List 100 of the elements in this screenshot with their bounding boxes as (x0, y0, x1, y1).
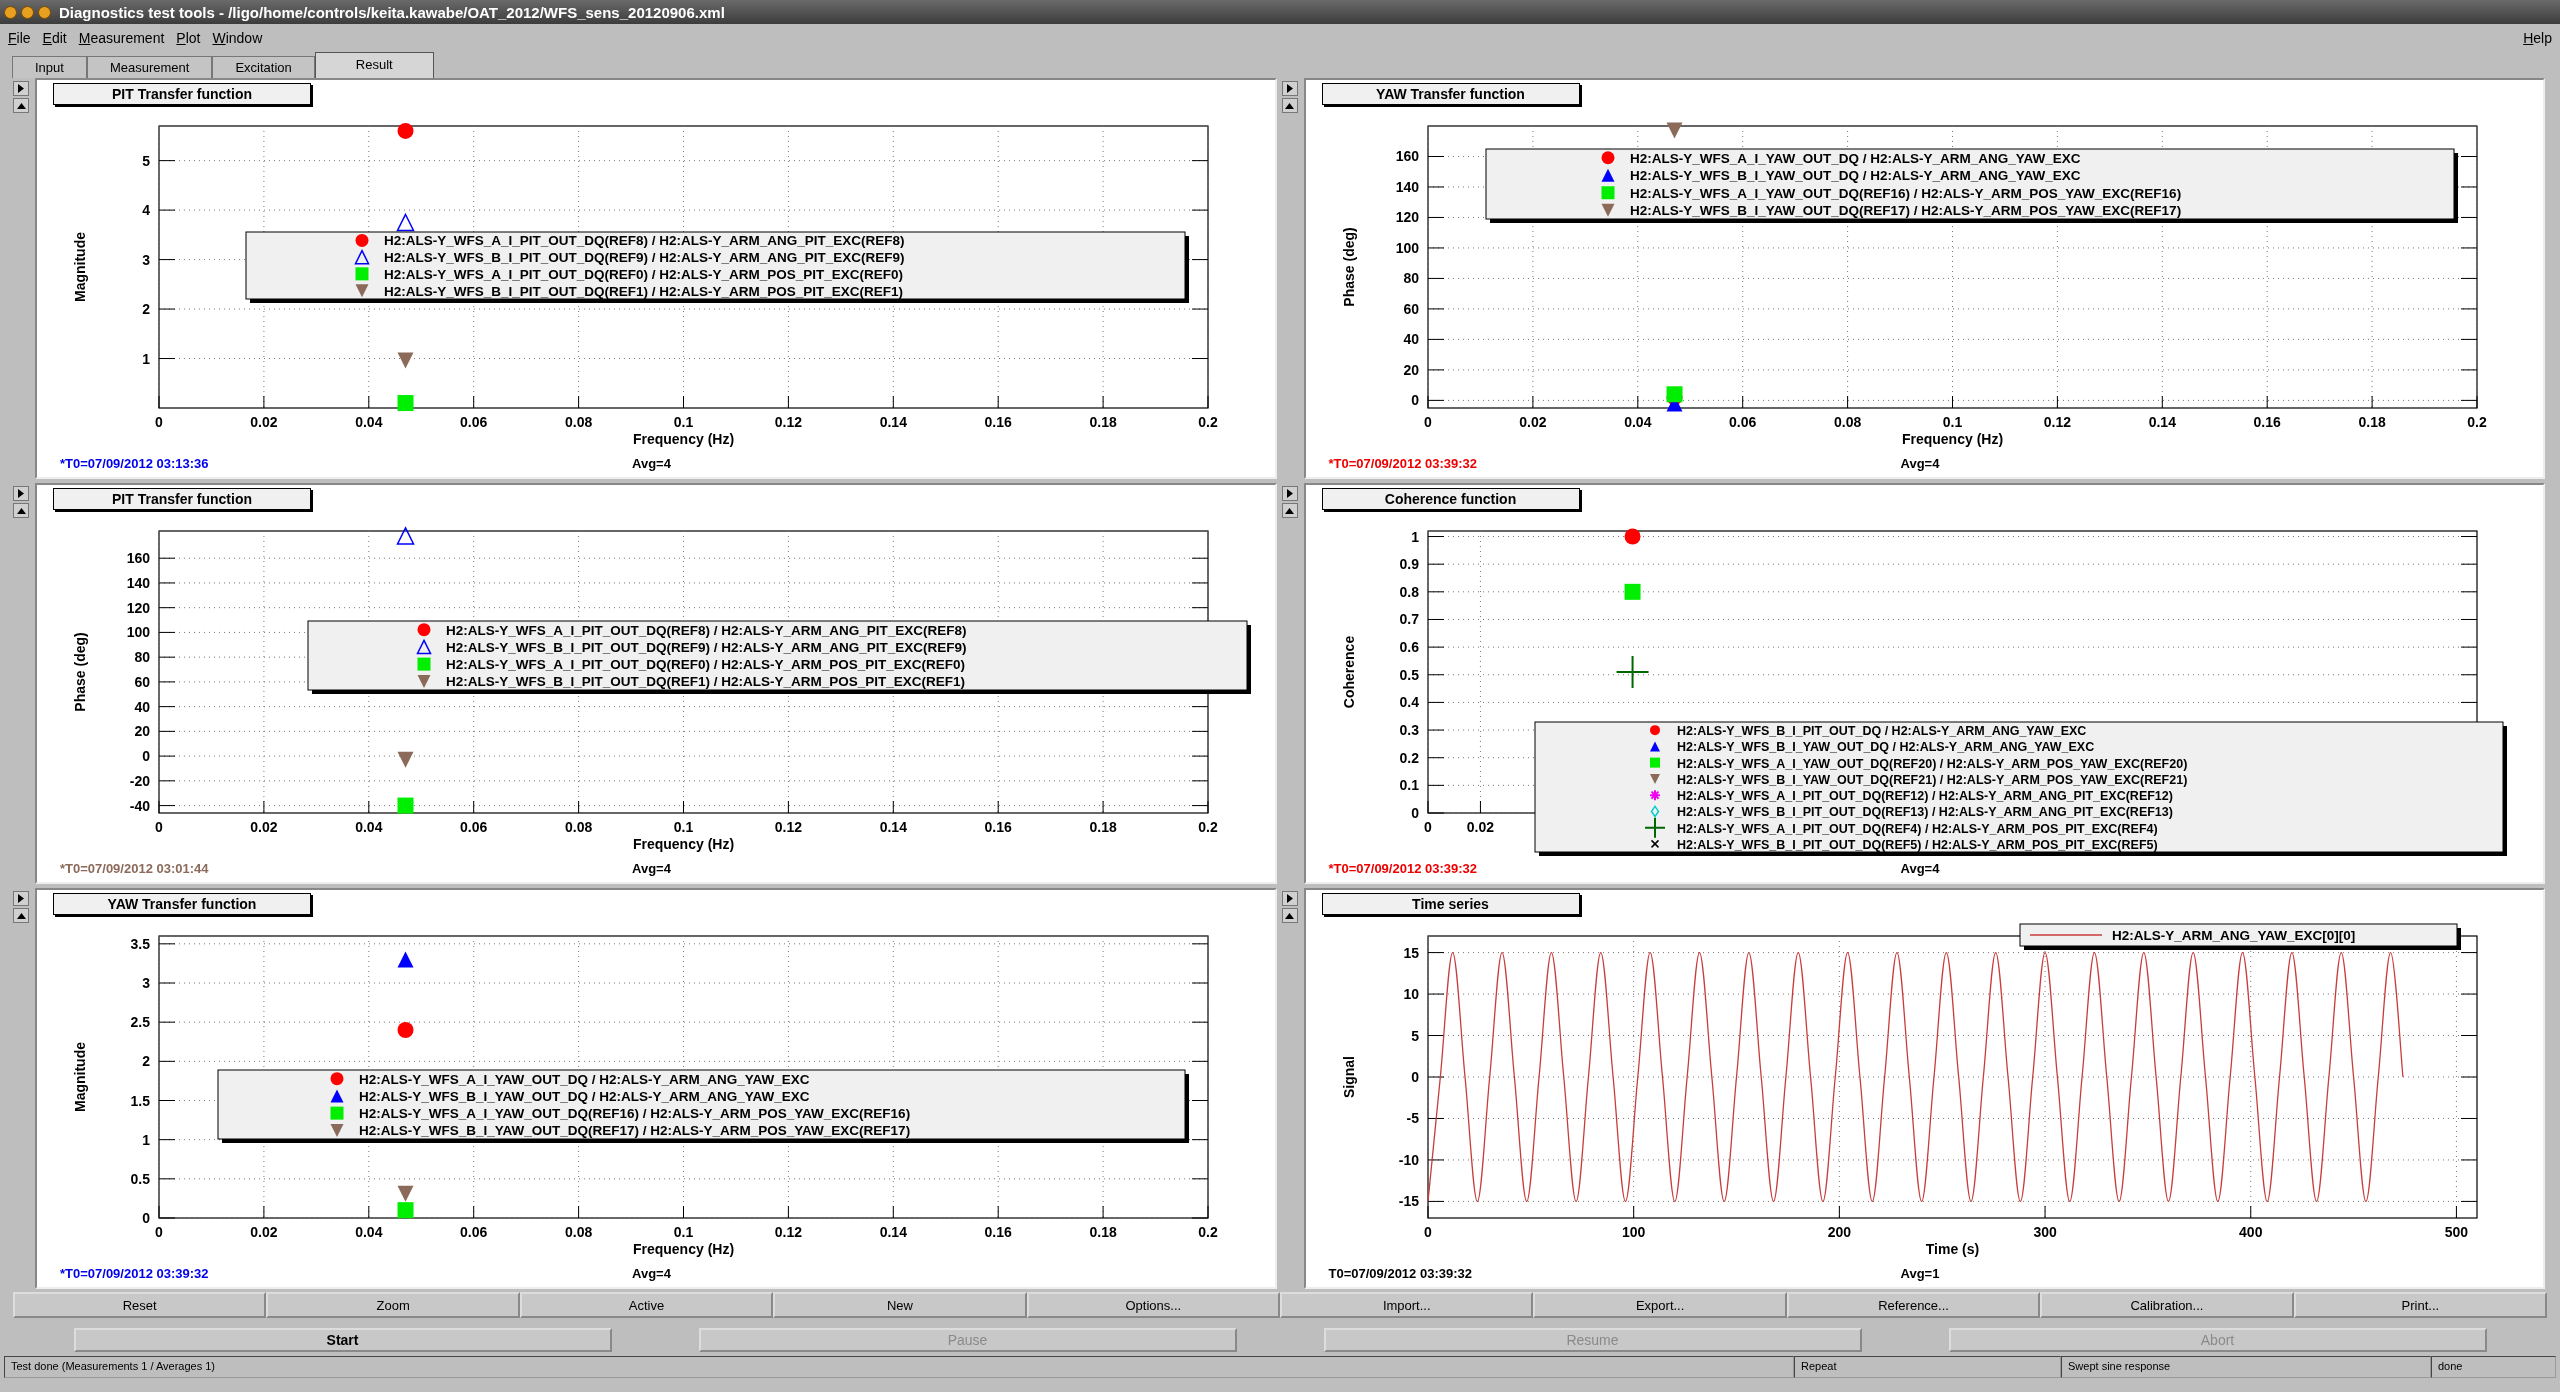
menu-item[interactable]: Window (212, 30, 263, 46)
legend-label: H2:ALS-Y_WFS_B_I_YAW_OUT_DQ(REF17) / H2:ALS-Y_ARM_POS_YAW_EXC(REF17) (1629, 203, 2181, 219)
toolbar-button[interactable]: New (773, 1292, 1027, 1318)
window-control-icon[interactable] (38, 5, 51, 19)
control-button[interactable]: Start (73, 1328, 612, 1352)
right-triangle-icon (1285, 894, 1294, 903)
plot-title: Time series (1321, 893, 1580, 915)
tab[interactable]: Measurement (86, 56, 213, 78)
tick-label: 500 (2444, 1224, 2468, 1240)
legend-label: H2:ALS-Y_WFS_A_I_YAW_OUT_DQ(REF20) / H2:ALS-Y_ARM_POS_YAW_EXC(REF20) (1676, 756, 2187, 771)
window-control-icon[interactable] (4, 5, 17, 19)
window-title: Diagnostics test tools - /ligo/home/controls/keita.kawabe/OAT_2012/WFS_sens_20120906.xml (59, 3, 725, 21)
toolbar-button[interactable]: Import... (1280, 1292, 1534, 1318)
tick-label: 0.02 (250, 819, 278, 835)
tick-label: 0.12 (2043, 414, 2071, 430)
expand-button[interactable] (13, 81, 29, 96)
tick-label: 0.12 (774, 819, 803, 835)
axis-title: Coherence (1340, 635, 1357, 709)
tick-label: 0.2 (2466, 414, 2487, 430)
window-control-icon[interactable] (21, 5, 34, 19)
menu-item[interactable]: File (8, 30, 31, 46)
tick-label: 0 (1410, 805, 1419, 821)
tab[interactable]: Excitation (212, 56, 315, 78)
toolbar-button[interactable]: Print... (2293, 1292, 2548, 1318)
toolbar-button[interactable]: Options... (1026, 1292, 1281, 1318)
tick-label: 0.2 (1399, 749, 1419, 766)
tab[interactable]: Input (12, 56, 87, 78)
axis-title: Frequency (Hz) (1901, 431, 2003, 447)
legend-label: H2:ALS-Y_WFS_B_I_YAW_OUT_DQ(REF21) / H2:ALS-Y_ARM_POS_YAW_EXC(REF21) (1676, 772, 2187, 787)
tick-label: 60 (134, 673, 150, 690)
legend-label: H2:ALS-Y_WFS_A_I_PIT_OUT_DQ(REF12) / H2:ALS-Y_ARM_ANG_PIT_EXC(REF12) (1676, 789, 2173, 804)
tick-label: 160 (1395, 148, 1419, 165)
tick-label: 120 (1395, 209, 1419, 226)
collapse-button[interactable] (13, 503, 29, 518)
axis-title: Signal (1340, 1056, 1357, 1098)
tick-label: -20 (129, 772, 150, 789)
tick-label: 5 (142, 152, 150, 169)
legend-label: H2:ALS-Y_WFS_A_I_YAW_OUT_DQ / H2:ALS-Y_ARM_ANG_YAW_EXC (359, 1071, 810, 1087)
legend-label: H2:ALS-Y_ARM_ANG_YAW_EXC[0][0] (2111, 928, 2355, 943)
tick-label: -15 (1398, 1193, 1419, 1210)
legend-label: H2:ALS-Y_WFS_B_I_YAW_OUT_DQ / H2:ALS-Y_ARM_ANG_YAW_EXC (1676, 740, 2094, 755)
tick-label: 0.08 (564, 414, 593, 430)
timestamp-label: *T0=07/09/2012 03:39:32 (59, 1265, 210, 1281)
tick-label: 0.7 (1399, 611, 1419, 628)
expand-button[interactable] (1281, 486, 1298, 501)
status-field: Repeat (1794, 1356, 2061, 1378)
collapse-button[interactable] (1281, 908, 1298, 923)
legend-label: H2:ALS-Y_WFS_B_I_PIT_OUT_DQ(REF1) / H2:ALS-Y_ARM_POS_PIT_EXC(REF1) (446, 674, 966, 690)
collapse-button[interactable] (13, 98, 29, 113)
toolbar-button[interactable]: Active (519, 1292, 774, 1318)
menu-item[interactable]: Measurement (78, 30, 165, 46)
axis-title: Frequency (Hz) (632, 431, 735, 447)
plot-title: YAW Transfer function (53, 893, 311, 915)
up-triangle-icon (16, 507, 26, 514)
tab[interactable]: Result (314, 52, 434, 78)
timestamp-label: *T0=07/09/2012 03:39:32 (1327, 860, 1479, 876)
tick-label: 140 (126, 574, 150, 591)
menu-item[interactable]: Edit (42, 30, 67, 46)
tick-label: 0 (1410, 1069, 1419, 1085)
toolbar-button[interactable]: Zoom (266, 1292, 520, 1318)
toolbar-button[interactable]: Calibration... (2040, 1292, 2294, 1318)
menu-item[interactable]: Help (2523, 30, 2552, 46)
legend-label: H2:ALS-Y_WFS_A_I_PIT_OUT_DQ(REF4) / H2:ALS-Y_ARM_POS_PIT_EXC(REF4) (1676, 821, 2158, 836)
collapse-button[interactable] (13, 908, 29, 923)
tick-label: 0.2 (1198, 1224, 1218, 1240)
legend-label: H2:ALS-Y_WFS_B_I_PIT_OUT_DQ / H2:ALS-Y_ARM_ANG_YAW_EXC (1676, 724, 2086, 739)
average-count: Avg=4 (632, 860, 671, 876)
tick-label: 0.14 (879, 1224, 907, 1240)
tick-label: 0.16 (984, 819, 1012, 835)
data-point (397, 951, 414, 968)
tick-label: 0.5 (1399, 666, 1419, 683)
expand-button[interactable] (1281, 891, 1298, 906)
tick-label: 0.08 (1833, 414, 1861, 430)
toolbar-button[interactable]: Reset (13, 1292, 267, 1318)
tick-label: 0.9 (1399, 556, 1419, 573)
expand-button[interactable] (1281, 81, 1298, 96)
tick-label: 100 (1395, 239, 1419, 256)
legend-label: H2:ALS-Y_WFS_A_I_YAW_OUT_DQ(REF16) / H2:ALS-Y_ARM_POS_YAW_EXC(REF16) (1629, 185, 2181, 201)
tick-label: 1.5 (130, 1092, 150, 1109)
toolbar-button[interactable]: Reference... (1786, 1292, 2041, 1318)
tick-label: 0 (155, 414, 163, 430)
collapse-button[interactable] (1281, 503, 1298, 518)
collapse-button[interactable] (1281, 98, 1298, 113)
tick-label: 0.4 (1399, 694, 1419, 711)
data-point (397, 751, 414, 768)
status-field: Test done (Measurements 1 / Averages 1) (4, 1356, 1794, 1378)
tick-label: 0.02 (1518, 414, 1547, 430)
tick-label: 0.12 (774, 414, 803, 430)
data-point (1666, 122, 1682, 139)
toolbar-button[interactable]: Export... (1533, 1292, 1787, 1318)
tick-label: 1 (1410, 528, 1419, 545)
expand-button[interactable] (13, 486, 29, 501)
tick-label: 0.04 (355, 819, 383, 835)
expand-button[interactable] (13, 891, 29, 906)
menu-item[interactable]: Plot (176, 30, 201, 46)
tick-label: 0.06 (460, 819, 488, 835)
legend-label: H2:ALS-Y_WFS_A_I_PIT_OUT_DQ(REF0) / H2:ALS-Y_ARM_POS_PIT_EXC(REF0) (384, 266, 904, 282)
tick-label: 0.06 (460, 414, 488, 430)
right-triangle-icon (17, 894, 25, 903)
legend-label: H2:ALS-Y_WFS_B_I_YAW_OUT_DQ / H2:ALS-Y_ARM_ANG_YAW_EXC (359, 1088, 810, 1104)
